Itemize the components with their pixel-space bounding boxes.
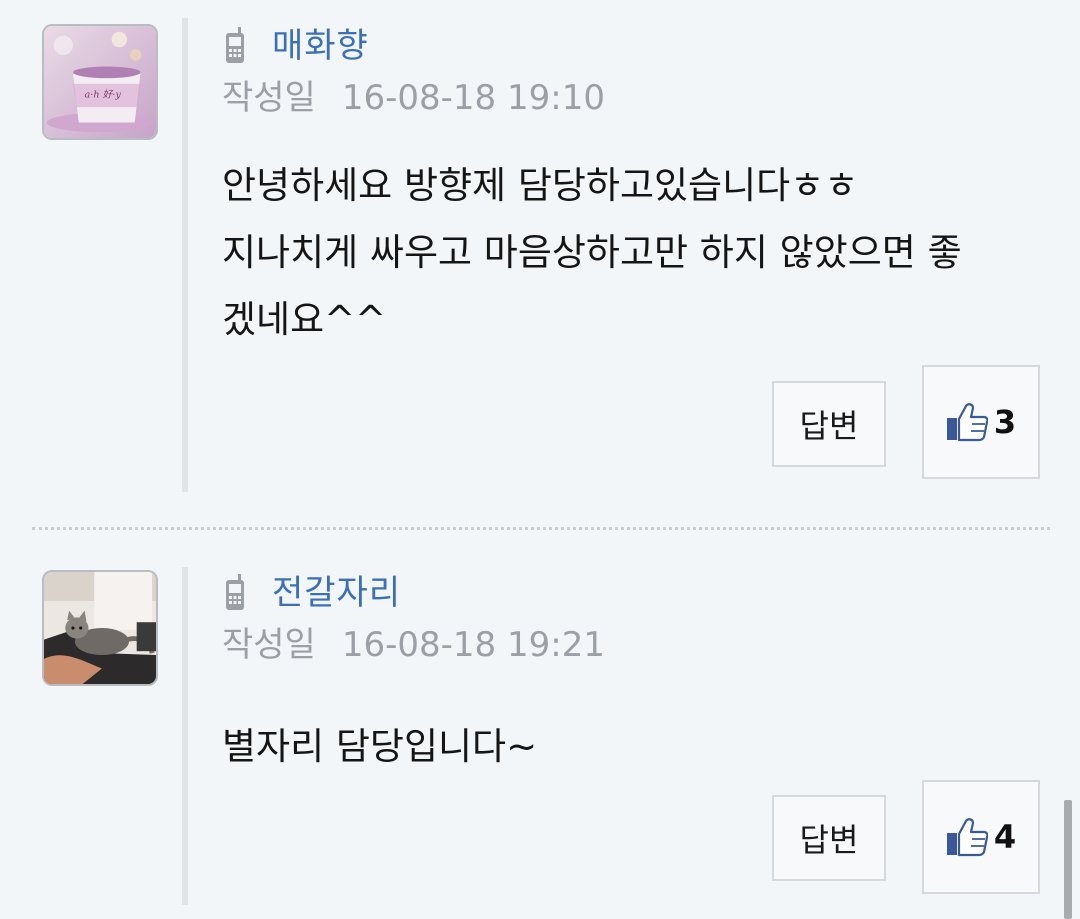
avatar-image-kitten <box>44 572 156 684</box>
comment-item: 전갈자리 작성일 16-08-18 19:21 별자리 담당입니다~ 답변 4 <box>0 545 1080 919</box>
svg-text:a·h 好·y: a·h 好·y <box>85 88 122 100</box>
comment-divider <box>32 527 1050 530</box>
avatar[interactable] <box>42 570 158 686</box>
reply-button-label: 답변 <box>799 407 859 445</box>
author-name[interactable]: 전갈자리 <box>272 565 401 614</box>
mobile-phone-icon <box>226 27 244 63</box>
thumbs-up-icon <box>946 403 988 442</box>
avatar[interactable]: a·h 好·y <box>42 24 158 140</box>
date-value: 16-08-18 19:10 <box>341 78 605 118</box>
comment-body: 안녕하세요 방향제 담당하고있습니다ㅎㅎ 지나치게 싸우고 마음상하고만 하지 … <box>222 152 1052 353</box>
comment-body-line: 별자리 담당입니다~ <box>222 725 538 768</box>
like-button[interactable]: 3 <box>922 365 1040 479</box>
comment-body-line: 겠네요^^ <box>222 298 387 341</box>
like-button[interactable]: 4 <box>922 780 1040 894</box>
date-label: 작성일 <box>222 625 316 665</box>
thread-line <box>182 18 188 492</box>
comment-date: 작성일 16-08-18 19:10 <box>222 70 605 118</box>
like-count: 4 <box>993 818 1017 856</box>
scrollbar[interactable] <box>1064 800 1072 919</box>
comment-meta: 전갈자리 작성일 16-08-18 19:21 <box>222 565 605 666</box>
like-count: 3 <box>993 403 1017 441</box>
mobile-phone-icon <box>226 574 244 610</box>
comment-body-line: 안녕하세요 방향제 담당하고있습니다ㅎㅎ <box>222 164 859 207</box>
reply-button-label: 답변 <box>799 821 859 859</box>
comment-date: 작성일 16-08-18 19:21 <box>222 617 605 665</box>
author-name[interactable]: 매화향 <box>272 18 369 67</box>
comment-meta: 매화향 작성일 16-08-18 19:10 <box>222 18 605 119</box>
comment-body-line: 지나치게 싸우고 마음상하고만 하지 않았으면 좋 <box>222 231 962 274</box>
reply-button[interactable]: 답변 <box>772 381 886 467</box>
comment-item: a·h 好·y 매화향 작성일 16-08-18 19:10 안녕하세요 방향제 … <box>0 0 1080 528</box>
comment-body: 별자리 담당입니다~ <box>222 713 1052 780</box>
thread-line <box>182 567 188 905</box>
date-value: 16-08-18 19:21 <box>341 625 605 665</box>
avatar-image-teacup: a·h 好·y <box>44 26 156 138</box>
date-label: 작성일 <box>222 78 316 118</box>
thumbs-up-icon <box>946 818 988 857</box>
reply-button[interactable]: 답변 <box>772 795 886 881</box>
